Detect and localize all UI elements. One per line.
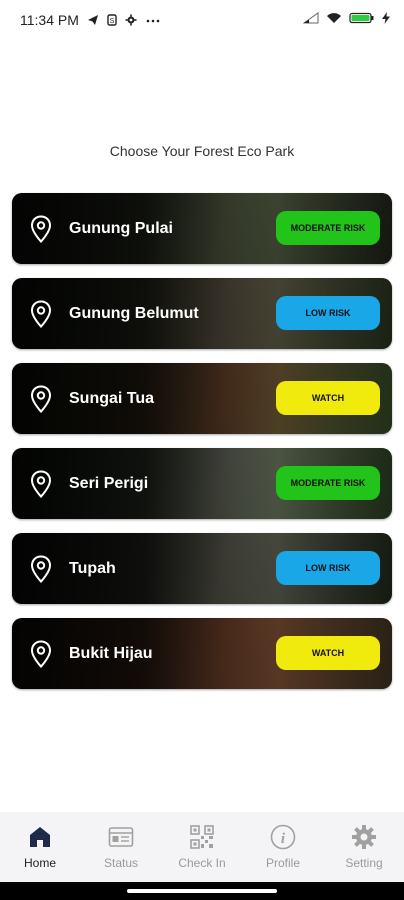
risk-status-button[interactable]: LOW RISK bbox=[276, 296, 380, 330]
gesture-bar bbox=[0, 882, 404, 900]
nav-label: Check In bbox=[178, 856, 226, 870]
home-icon bbox=[30, 827, 50, 847]
park-card-tupah[interactable]: Tupah LOW RISK bbox=[12, 533, 392, 604]
location-pin-icon bbox=[30, 640, 52, 668]
clock: 11:34 PM bbox=[20, 12, 79, 28]
info-icon: i bbox=[270, 824, 296, 850]
charging-bolt-icon bbox=[382, 12, 390, 24]
battery-icon bbox=[349, 12, 374, 24]
telegram-icon bbox=[87, 15, 98, 25]
park-name: Gunung Belumut bbox=[69, 305, 199, 322]
sim-icon: S bbox=[107, 14, 117, 26]
park-card-seri-perigi[interactable]: Seri Perigi MODERATE RISK bbox=[12, 448, 392, 519]
nav-label: Profile bbox=[265, 856, 300, 870]
svg-text:S: S bbox=[110, 18, 115, 25]
gesture-handle[interactable] bbox=[127, 889, 277, 893]
page-title: Choose Your Forest Eco Park bbox=[109, 143, 295, 159]
park-card-gunung-pulai[interactable]: Gunung Pulai MODERATE RISK bbox=[12, 193, 392, 264]
nav-item-status[interactable]: Status bbox=[81, 812, 161, 882]
location-pin-icon bbox=[30, 300, 52, 328]
nav-item-setting[interactable]: Setting bbox=[324, 812, 404, 882]
signal-icon bbox=[303, 12, 319, 24]
settings-notification-icon bbox=[125, 14, 137, 26]
location-pin-icon bbox=[30, 470, 52, 498]
location-pin-icon bbox=[30, 555, 52, 583]
park-list: Gunung Pulai MODERATE RISK Gunung Belumu… bbox=[12, 193, 392, 703]
nav-label: Status bbox=[103, 856, 139, 870]
svg-text:i: i bbox=[281, 831, 286, 847]
park-card-gunung-belumut[interactable]: Gunung Belumut LOW RISK bbox=[12, 278, 392, 349]
location-pin-icon bbox=[30, 215, 52, 243]
status-bar-left: 11:34 PM S bbox=[20, 12, 161, 28]
risk-status-button[interactable]: LOW RISK bbox=[276, 551, 380, 585]
location-pin-icon bbox=[30, 385, 52, 413]
park-name: Gunung Pulai bbox=[69, 220, 173, 237]
nav-label: Setting bbox=[345, 856, 383, 870]
nav-item-profile[interactable]: i Profile bbox=[243, 812, 323, 882]
park-name: Seri Perigi bbox=[69, 475, 149, 492]
nav-item-check-in[interactable]: Check In bbox=[162, 812, 242, 882]
park-name: Bukit Hijau bbox=[69, 645, 153, 662]
park-name: Tupah bbox=[69, 560, 116, 577]
status-bar: 11:34 PM S bbox=[0, 0, 404, 42]
risk-status-button[interactable]: WATCH bbox=[276, 636, 380, 670]
nav-item-home[interactable]: Home bbox=[0, 812, 80, 882]
gear-icon bbox=[352, 825, 376, 849]
wifi-icon bbox=[327, 13, 341, 23]
park-card-bukit-hijau[interactable]: Bukit Hijau WATCH bbox=[12, 618, 392, 689]
nav-label: Home bbox=[23, 856, 56, 870]
park-card-sungai-tua[interactable]: Sungai Tua WATCH bbox=[12, 363, 392, 434]
qr-code-icon bbox=[190, 825, 214, 849]
bottom-nav: Home Status Check In i Profile Setting bbox=[0, 812, 404, 882]
risk-status-button[interactable]: WATCH bbox=[276, 381, 380, 415]
risk-status-button[interactable]: MODERATE RISK bbox=[276, 211, 380, 245]
status-card-icon bbox=[108, 827, 134, 847]
risk-status-button[interactable]: MODERATE RISK bbox=[276, 466, 380, 500]
more-dots-icon bbox=[146, 19, 160, 23]
park-name: Sungai Tua bbox=[69, 390, 155, 407]
status-bar-right bbox=[303, 12, 390, 24]
